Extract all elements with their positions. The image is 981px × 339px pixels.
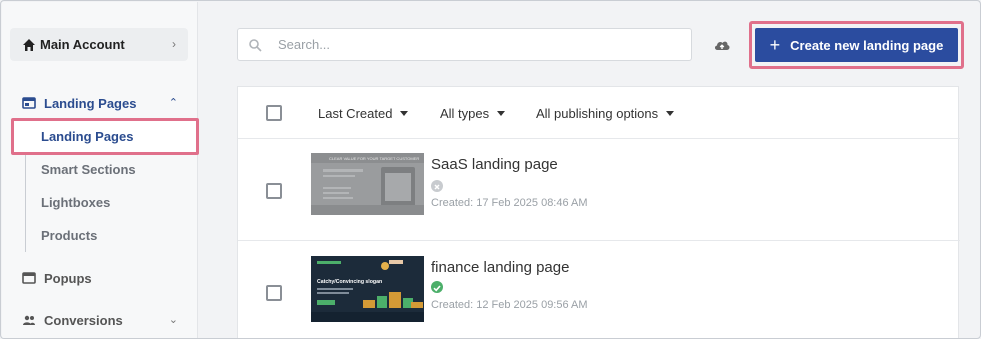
account-label: Main Account bbox=[40, 37, 125, 52]
people-icon bbox=[23, 315, 35, 325]
subnav-landing-pages[interactable]: Landing Pages bbox=[41, 129, 133, 144]
type-filter-label: All types bbox=[440, 106, 490, 121]
table-row[interactable]: Catchy/Convincing slogan finance landing… bbox=[238, 242, 960, 338]
search-box bbox=[237, 28, 692, 61]
subnav-products[interactable]: Products bbox=[41, 228, 97, 243]
nav-conversions-label: Conversions bbox=[44, 312, 123, 328]
landing-pages-list: Last Created All types All publishing op… bbox=[237, 86, 960, 338]
search-input[interactable] bbox=[278, 37, 658, 52]
page-title[interactable]: SaaS landing page bbox=[431, 156, 558, 173]
popup-icon bbox=[22, 272, 36, 284]
chevron-down-icon: ⌄ bbox=[168, 314, 178, 326]
sort-dropdown[interactable]: Last Created bbox=[318, 106, 409, 121]
unpublished-status-icon bbox=[431, 180, 443, 192]
sort-dropdown-label: Last Created bbox=[318, 106, 393, 121]
chevron-up-icon: ⌃ bbox=[168, 97, 178, 109]
page-thumbnail[interactable]: CLEAR VALUE FOR YOUR TARGET CUSTOMER bbox=[311, 153, 424, 215]
page-title[interactable]: finance landing page bbox=[431, 259, 569, 276]
chevron-right-icon: › bbox=[172, 37, 176, 51]
select-all-checkbox[interactable] bbox=[266, 105, 282, 121]
list-toolbar: Last Created All types All publishing op… bbox=[238, 87, 960, 139]
nav-popups[interactable]: Popups bbox=[10, 263, 188, 293]
caret-down-icon bbox=[400, 111, 409, 116]
caret-down-icon bbox=[666, 111, 675, 116]
nav-popups-label: Popups bbox=[44, 270, 92, 286]
created-date: Created: 12 Feb 2025 09:56 AM bbox=[431, 299, 588, 311]
publishing-filter-label: All publishing options bbox=[536, 106, 659, 121]
app-window: Main Account › Landing Pages ⌃ Landing P… bbox=[0, 0, 981, 339]
nav-landing-pages[interactable]: Landing Pages ⌃ bbox=[10, 88, 188, 118]
row-checkbox[interactable] bbox=[266, 285, 282, 301]
plus-icon: + bbox=[769, 35, 781, 55]
create-landing-page-label: Create new landing page bbox=[790, 37, 944, 53]
nav-landing-pages-label: Landing Pages bbox=[44, 95, 137, 111]
subnav-lightboxes[interactable]: Lightboxes bbox=[41, 195, 110, 210]
thumbnail-headline: Catchy/Convincing slogan bbox=[317, 279, 382, 285]
nav-conversions[interactable]: Conversions ⌄ bbox=[10, 305, 188, 335]
account-switcher[interactable]: Main Account › bbox=[10, 28, 188, 61]
search-icon bbox=[249, 38, 262, 52]
home-icon bbox=[23, 38, 35, 51]
publishing-filter-dropdown[interactable]: All publishing options bbox=[536, 106, 675, 121]
thumbnail-headline: CLEAR VALUE FOR YOUR TARGET CUSTOMER bbox=[329, 156, 419, 161]
page-thumbnail[interactable]: Catchy/Convincing slogan bbox=[311, 256, 424, 322]
type-filter-dropdown[interactable]: All types bbox=[440, 106, 506, 121]
sidebar: Main Account › Landing Pages ⌃ Landing P… bbox=[2, 2, 199, 338]
created-date: Created: 17 Feb 2025 08:46 AM bbox=[431, 197, 588, 209]
caret-down-icon bbox=[497, 111, 506, 116]
create-landing-page-button[interactable]: + Create new landing page bbox=[755, 28, 958, 62]
published-status-icon bbox=[431, 281, 443, 293]
row-checkbox[interactable] bbox=[266, 183, 282, 199]
table-row[interactable]: CLEAR VALUE FOR YOUR TARGET CUSTOMER Saa… bbox=[238, 139, 960, 241]
cloud-upload-icon[interactable] bbox=[713, 37, 731, 53]
subnav-smart-sections[interactable]: Smart Sections bbox=[41, 162, 136, 177]
landing-pages-icon bbox=[22, 97, 36, 109]
